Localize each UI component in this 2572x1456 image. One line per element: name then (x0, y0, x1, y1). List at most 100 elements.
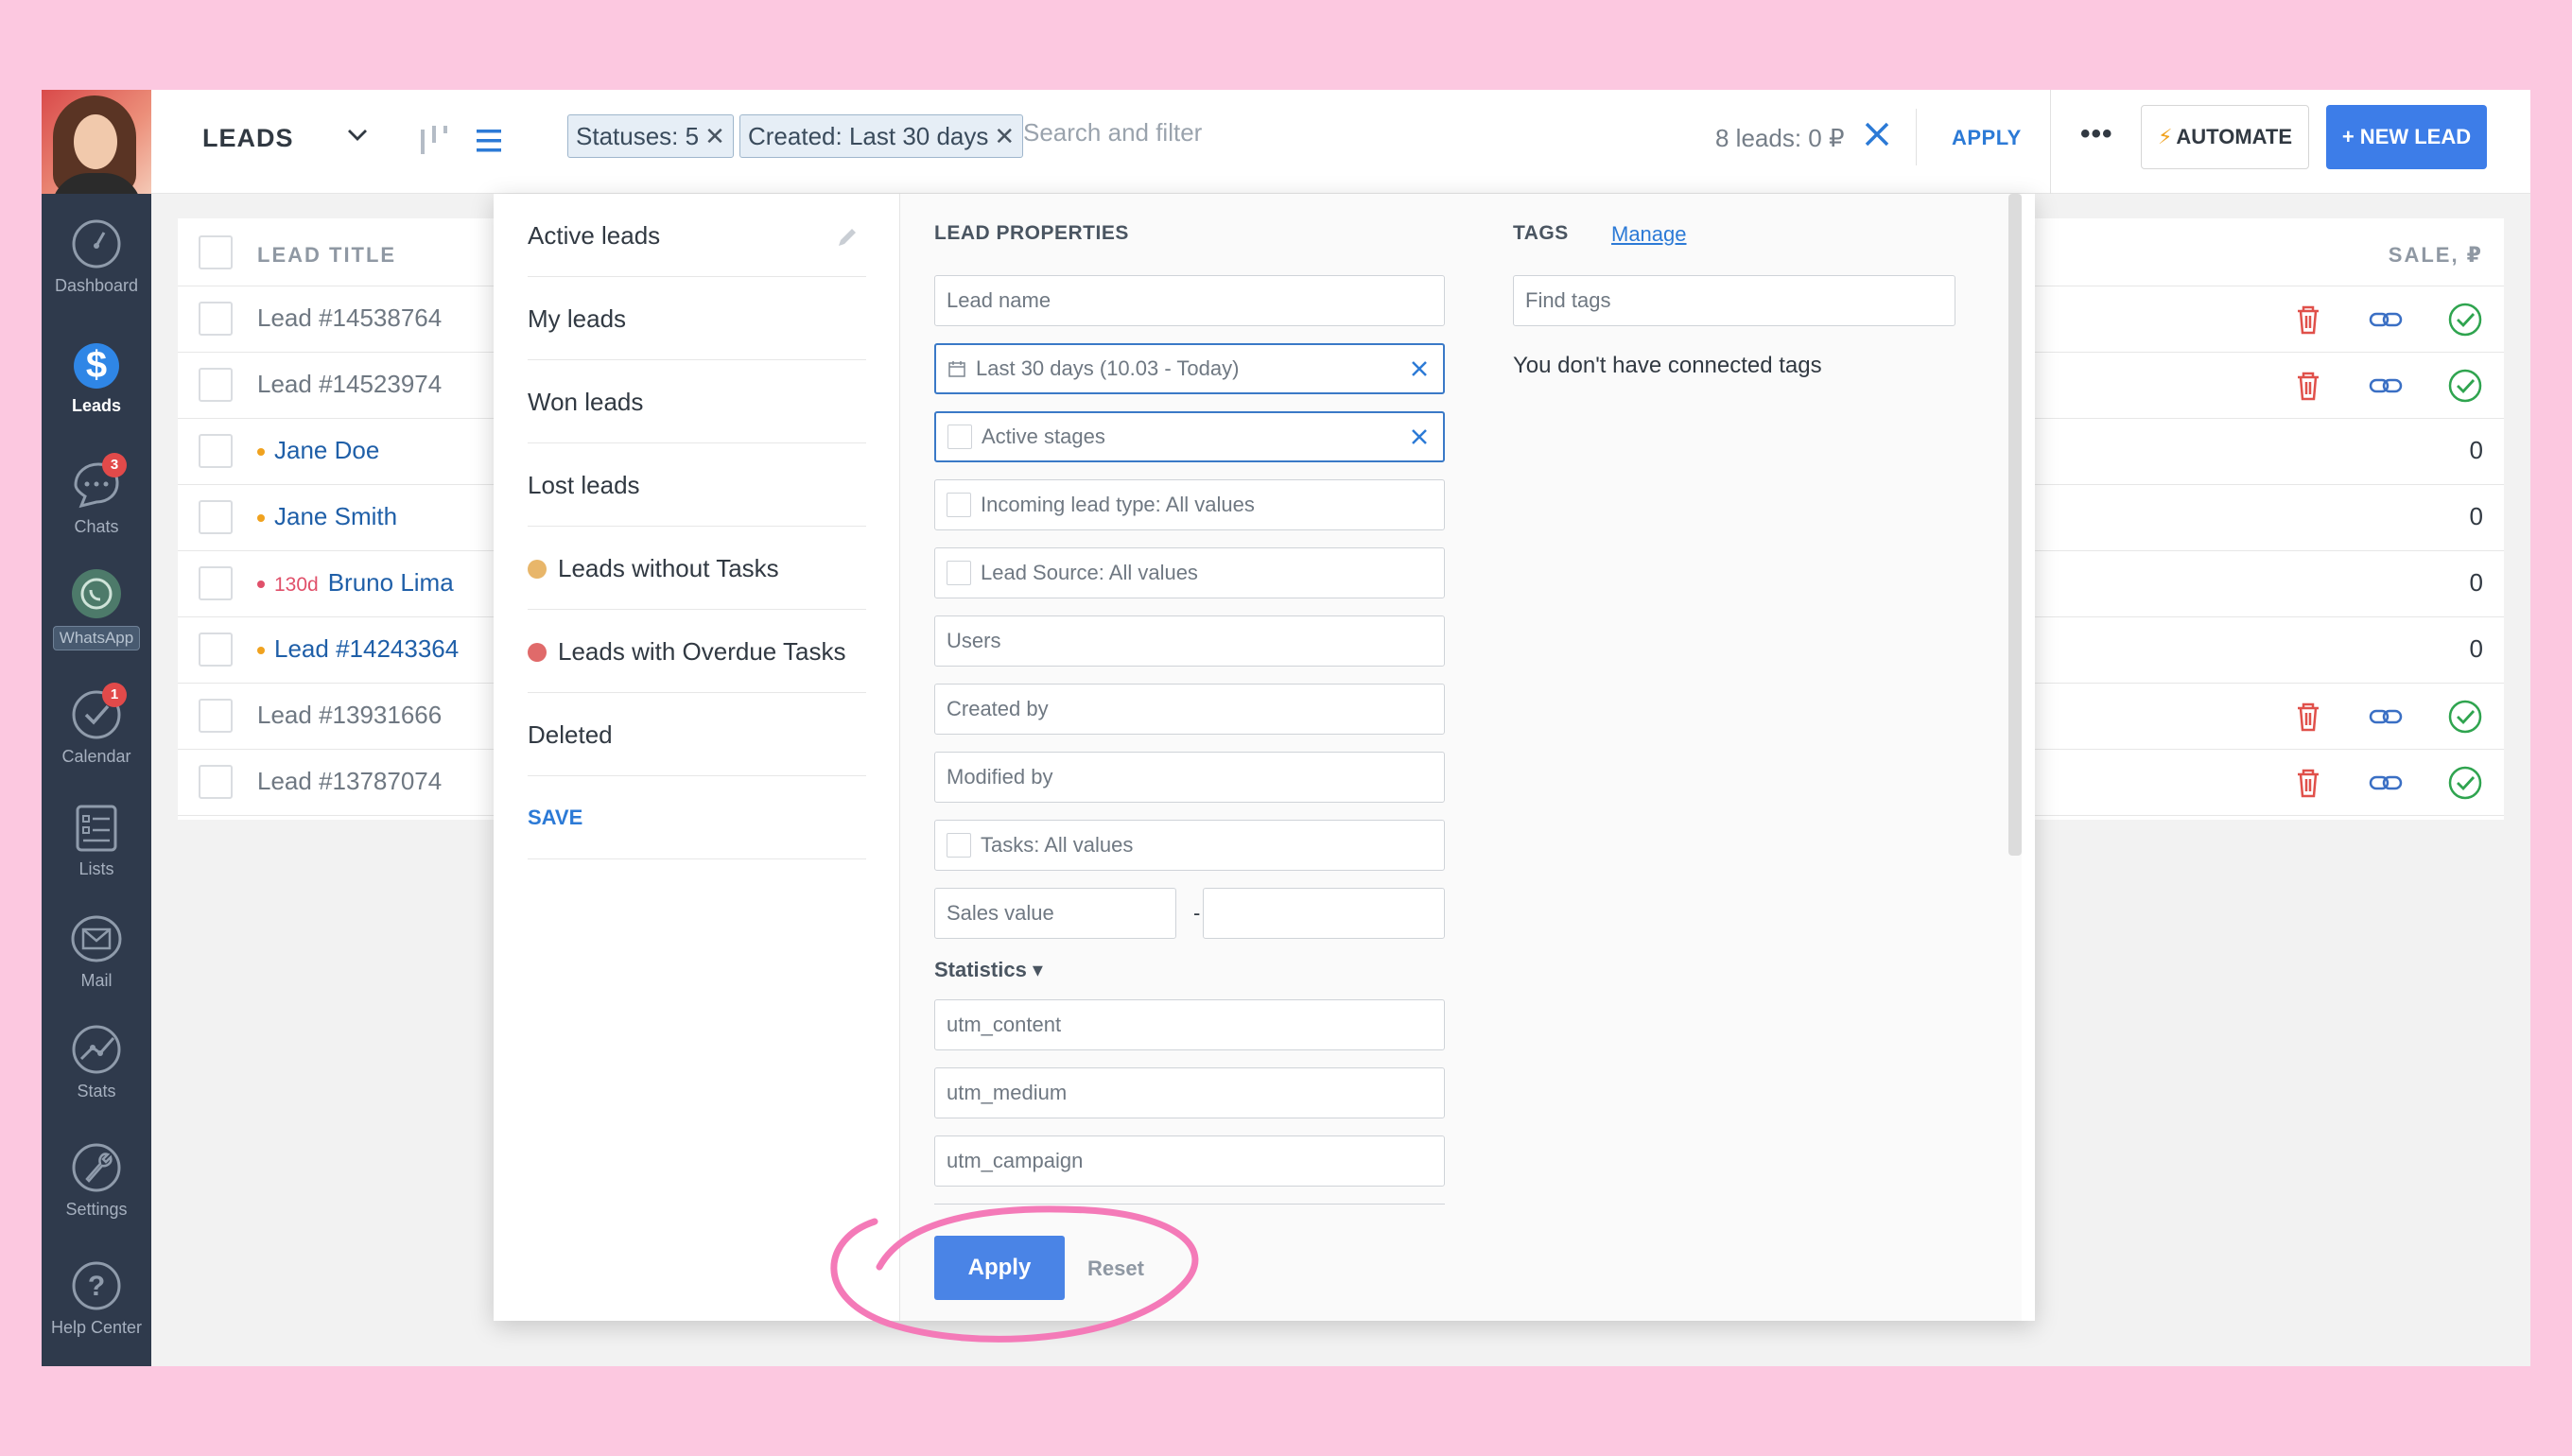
row-checkbox[interactable] (199, 566, 233, 600)
preset-deleted[interactable]: Deleted (528, 693, 866, 776)
link-icon[interactable] (2368, 302, 2404, 338)
close-icon[interactable]: ✕ (704, 122, 725, 150)
column-lead-title[interactable]: LEAD TITLE (257, 243, 396, 268)
modified-by-input[interactable]: Modified by (934, 752, 1445, 803)
sidebar-item-help-center[interactable]: ? Help Center (42, 1259, 151, 1338)
lead-name[interactable]: Lead #14538764 (257, 303, 442, 333)
sidebar-item-leads[interactable]: $ Leads (42, 338, 151, 416)
sidebar-item-settings[interactable]: Settings (42, 1141, 151, 1220)
check-circle-icon[interactable] (2447, 765, 2483, 801)
pipeline-view-icon[interactable] (418, 122, 450, 160)
utm-campaign-input[interactable]: utm_campaign (934, 1135, 1445, 1187)
manage-tags-link[interactable]: Manage (1611, 222, 1687, 247)
save-preset-button[interactable]: SAVE (528, 776, 866, 859)
no-tags-text: You don't have connected tags (1513, 353, 1822, 378)
sidebar-item-dashboard[interactable]: Dashboard (42, 217, 151, 296)
row-checkbox[interactable] (199, 434, 233, 468)
chats-icon: 3 (70, 453, 127, 511)
close-icon[interactable] (1409, 426, 1430, 447)
sidebar-item-whatsapp[interactable]: WhatsApp (42, 567, 151, 650)
avatar[interactable] (42, 90, 151, 194)
clear-filter-icon[interactable] (1861, 118, 1893, 150)
stages-filter[interactable]: Active stages (934, 411, 1445, 462)
row-checkbox[interactable] (199, 633, 233, 667)
list-view-icon[interactable] (473, 122, 505, 160)
utm-medium-input[interactable]: utm_medium (934, 1067, 1445, 1118)
lead-name[interactable]: Jane Smith (257, 502, 397, 531)
find-tags-input[interactable]: Find tags (1513, 275, 1955, 326)
statistics-toggle[interactable]: Statistics ▾ (934, 958, 1043, 982)
sales-value-to-input[interactable] (1203, 888, 1445, 939)
incoming-lead-type-filter[interactable]: Incoming lead type: All values (934, 479, 1445, 530)
trash-icon[interactable] (2290, 368, 2326, 404)
edit-icon[interactable] (834, 224, 860, 251)
close-icon[interactable] (1409, 358, 1430, 379)
trash-icon[interactable] (2290, 699, 2326, 735)
preset-lost-leads[interactable]: Lost leads (528, 443, 866, 527)
tags-title: TAGS (1513, 222, 1569, 244)
whatsapp-icon (70, 567, 123, 620)
checkbox[interactable] (947, 833, 971, 858)
preset-won-leads[interactable]: Won leads (528, 360, 866, 443)
checkbox[interactable] (947, 425, 972, 449)
row-checkbox[interactable] (199, 302, 233, 336)
trash-icon[interactable] (2290, 302, 2326, 338)
automate-button[interactable]: ⚡ AUTOMATE (2141, 105, 2309, 169)
check-circle-icon[interactable] (2447, 699, 2483, 735)
link-icon[interactable] (2368, 699, 2404, 735)
row-checkbox[interactable] (199, 765, 233, 799)
select-all-checkbox[interactable] (199, 235, 233, 269)
utm-content-input[interactable]: utm_content (934, 999, 1445, 1050)
created-filter-chip[interactable]: Created: Last 30 days ✕ (739, 114, 1024, 158)
lead-properties: LEAD PROPERTIES Lead name Last 30 days (… (900, 194, 2022, 1321)
link-icon[interactable] (2368, 368, 2404, 404)
sidebar-item-chats[interactable]: 3 Chats (42, 453, 151, 537)
stats-icon (70, 1023, 123, 1076)
search-input[interactable]: Search and filter (1023, 118, 1202, 147)
check-circle-icon[interactable] (2447, 368, 2483, 404)
svg-text:$: $ (86, 344, 107, 386)
created-by-input[interactable]: Created by (934, 684, 1445, 735)
sidebar-item-calendar[interactable]: 1 Calendar (42, 683, 151, 767)
checkbox[interactable] (947, 493, 971, 517)
scrollbar[interactable] (2008, 194, 2022, 856)
sidebar-item-lists[interactable]: Lists (42, 801, 151, 879)
checkbox[interactable] (947, 561, 971, 585)
mail-icon (70, 912, 123, 965)
more-options-button[interactable]: ••• (2080, 118, 2113, 150)
preset-active-leads[interactable]: Active leads (528, 194, 866, 277)
preset-leads-overdue-tasks[interactable]: Leads with Overdue Tasks (528, 610, 866, 693)
check-circle-icon[interactable] (2447, 302, 2483, 338)
row-checkbox[interactable] (199, 699, 233, 733)
row-checkbox[interactable] (199, 368, 233, 402)
date-filter[interactable]: Last 30 days (10.03 - Today) (934, 343, 1445, 394)
lead-source-filter[interactable]: Lead Source: All values (934, 547, 1445, 598)
sales-value-from-input[interactable]: Sales value (934, 888, 1176, 939)
link-icon[interactable] (2368, 765, 2404, 801)
apply-filter-link[interactable]: APPLY (1952, 126, 2022, 150)
divider (2050, 90, 2051, 194)
preset-my-leads[interactable]: My leads (528, 277, 866, 360)
page-title[interactable]: LEADS (202, 124, 294, 153)
new-lead-button[interactable]: + NEW LEAD (2326, 105, 2487, 169)
close-icon[interactable]: ✕ (994, 122, 1015, 150)
lead-name[interactable]: Lead #14243364 (257, 634, 459, 664)
apply-button[interactable]: Apply (934, 1236, 1065, 1300)
status-filter-chip[interactable]: Statuses: 5 ✕ (567, 114, 734, 158)
tasks-filter[interactable]: Tasks: All values (934, 820, 1445, 871)
column-sale[interactable]: SALE, ₽ (2389, 243, 2483, 268)
lead-name[interactable]: Jane Doe (257, 436, 379, 465)
lead-name[interactable]: 130d Bruno Lima (257, 568, 454, 598)
users-input[interactable]: Users (934, 615, 1445, 667)
reset-button[interactable]: Reset (1087, 1257, 1144, 1281)
row-checkbox[interactable] (199, 500, 233, 534)
chevron-down-icon[interactable] (346, 124, 369, 147)
lead-name[interactable]: Lead #13931666 (257, 701, 442, 730)
preset-leads-without-tasks[interactable]: Leads without Tasks (528, 527, 866, 610)
lead-name-input[interactable]: Lead name (934, 275, 1445, 326)
lead-name[interactable]: Lead #13787074 (257, 767, 442, 796)
sidebar-item-mail[interactable]: Mail (42, 912, 151, 991)
trash-icon[interactable] (2290, 765, 2326, 801)
sidebar-item-stats[interactable]: Stats (42, 1023, 151, 1101)
lead-name[interactable]: Lead #14523974 (257, 370, 442, 399)
